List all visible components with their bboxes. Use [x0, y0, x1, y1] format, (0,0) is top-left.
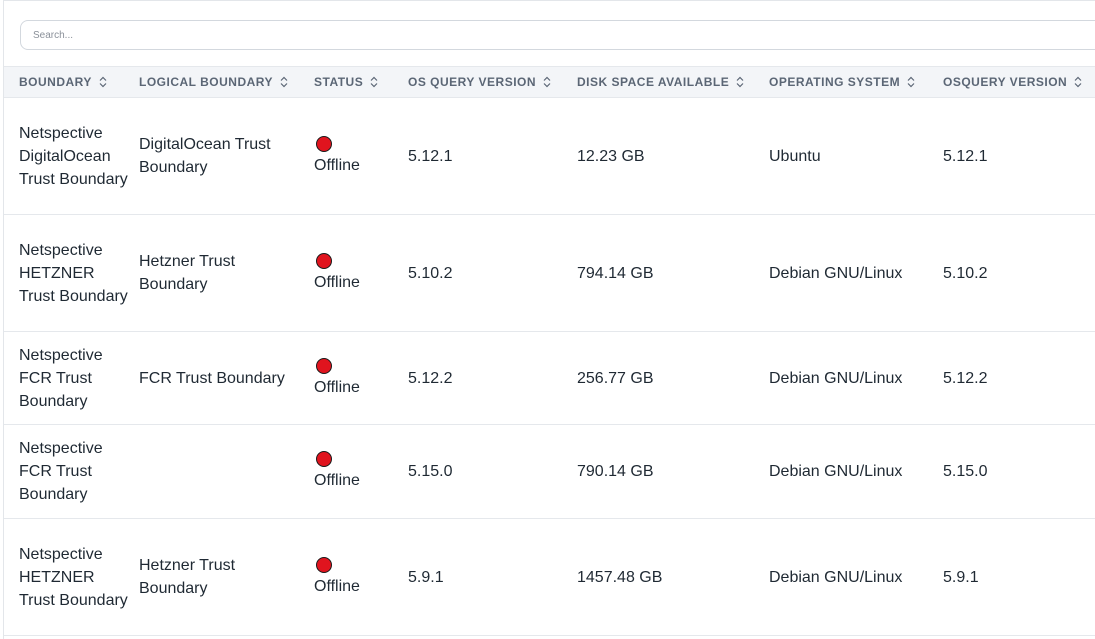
operating-system-cell: Debian GNU/Linux [769, 369, 903, 387]
logical-boundary-cell: Hetzner Trust Boundary [139, 253, 236, 293]
os-query-version-cell: 5.10.2 [408, 264, 453, 282]
logical-boundary-cell: Hetzner Trust Boundary [139, 557, 236, 597]
operating-system-cell: Debian GNU/Linux [769, 463, 903, 480]
sort-icon [543, 76, 551, 88]
os-query-version-cell: 5.9.1 [408, 568, 444, 586]
status-cell: Offline [314, 425, 394, 518]
table-row[interactable]: Netspective HETZNER Trust Boundary Hetzn… [4, 519, 1095, 636]
status-dot-icon [316, 357, 332, 374]
column-header-logical-boundary[interactable]: LOGICAL BOUNDARY [139, 67, 288, 97]
sort-icon [280, 76, 288, 88]
table-row[interactable]: Netspective HETZNER Trust Boundary Hetzn… [4, 215, 1095, 332]
search-input[interactable] [20, 20, 1095, 50]
sort-icon [99, 76, 107, 88]
os-query-version-cell: 5.15.0 [408, 463, 453, 480]
status-dot-icon [316, 252, 332, 269]
column-header-disk-space-available[interactable]: DISK SPACE AVAILABLE [577, 67, 744, 97]
disk-space-cell: 256.77 GB [577, 369, 654, 387]
osquery-version-cell: 5.15.0 [943, 463, 988, 480]
osquery-version-cell: 5.12.2 [943, 369, 988, 387]
status-dot-icon [316, 135, 332, 152]
sort-icon [1074, 76, 1082, 88]
column-header-operating-system[interactable]: OPERATING SYSTEM [769, 67, 915, 97]
disk-space-cell: 12.23 GB [577, 147, 645, 165]
operating-system-cell: Ubuntu [769, 147, 821, 165]
boundary-cell: Netspective HETZNER Trust Boundary [19, 241, 128, 305]
search-container [20, 20, 1095, 50]
table-row[interactable]: Netspective FCR Trust Boundary Offline 5… [4, 425, 1095, 519]
table-header: BOUNDARY LOGICAL BOUNDARY STATUS OS QUER… [4, 66, 1095, 98]
logical-boundary-cell: FCR Trust Boundary [139, 369, 285, 387]
status-dot-icon [316, 451, 332, 467]
boundary-cell: Netspective DigitalOcean Trust Boundary [19, 124, 128, 188]
os-query-version-cell: 5.12.1 [408, 147, 453, 165]
table-row[interactable]: Netspective FCR Trust Boundary FCR Trust… [4, 332, 1095, 425]
osquery-version-cell: 5.9.1 [943, 568, 979, 586]
status-cell: Offline [314, 519, 394, 635]
os-query-version-cell: 5.12.2 [408, 369, 453, 387]
osquery-version-cell: 5.10.2 [943, 264, 988, 282]
column-header-status[interactable]: STATUS [314, 67, 378, 97]
disk-space-cell: 1457.48 GB [577, 568, 663, 586]
sort-icon [907, 76, 915, 88]
boundary-cell: Netspective FCR Trust Boundary [19, 440, 103, 503]
operating-system-cell: Debian GNU/Linux [769, 264, 903, 282]
status-cell: Offline [314, 98, 394, 214]
column-header-os-query-version[interactable]: OS QUERY VERSION [408, 67, 551, 97]
sort-icon [736, 76, 744, 88]
status-cell: Offline [314, 332, 394, 424]
boundary-cell: Netspective FCR Trust Boundary [19, 346, 103, 410]
data-table-panel: BOUNDARY LOGICAL BOUNDARY STATUS OS QUER… [3, 0, 1095, 639]
logical-boundary-cell: DigitalOcean Trust Boundary [139, 136, 271, 176]
status-cell: Offline [314, 215, 394, 331]
status-dot-icon [316, 556, 332, 573]
osquery-version-cell: 5.12.1 [943, 147, 988, 165]
disk-space-cell: 790.14 GB [577, 463, 654, 480]
disk-space-cell: 794.14 GB [577, 264, 654, 282]
column-header-boundary[interactable]: BOUNDARY [19, 67, 107, 97]
column-header-osquery-version[interactable]: OSQUERY VERSION [943, 67, 1082, 97]
boundary-cell: Netspective HETZNER Trust Boundary [19, 545, 128, 609]
logical-boundary-cell [139, 425, 304, 518]
sort-icon [370, 76, 378, 88]
table-row[interactable]: Netspective DigitalOcean Trust Boundary … [4, 98, 1095, 215]
operating-system-cell: Debian GNU/Linux [769, 568, 903, 586]
